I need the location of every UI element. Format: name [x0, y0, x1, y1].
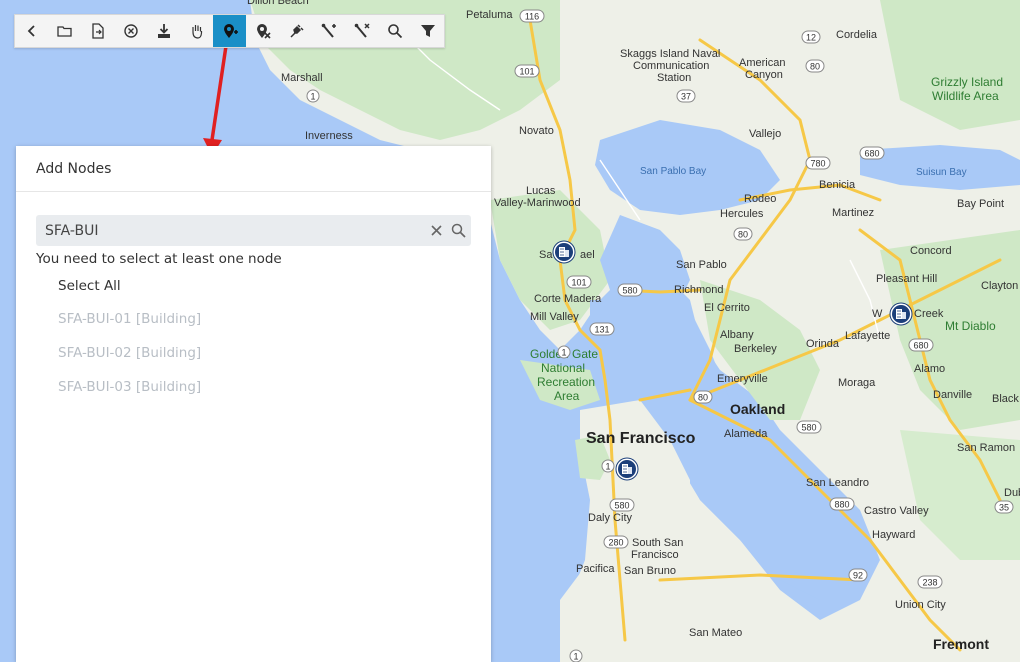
node-search-box[interactable]: SFA-BUI — [36, 215, 471, 246]
filter-button[interactable] — [411, 15, 444, 47]
plug-icon — [289, 24, 304, 38]
panel-title: Add Nodes — [36, 160, 112, 177]
remove-node-icon — [256, 24, 271, 39]
hand-pan-icon — [191, 25, 202, 39]
validation-message: You need to select at least one node — [36, 251, 282, 267]
panel-header: Add Nodes — [16, 146, 491, 192]
download-icon — [157, 24, 170, 38]
search-button[interactable] — [378, 15, 411, 47]
add-link-icon — [321, 23, 336, 38]
close-circle-icon — [123, 24, 138, 38]
plug-button[interactable] — [279, 15, 312, 47]
search-icon[interactable] — [445, 221, 471, 241]
open-folder-icon — [56, 26, 72, 37]
add-node-button[interactable] — [213, 15, 246, 47]
node-list-item[interactable]: SFA-BUI-03 [Building] — [58, 379, 201, 395]
add-link-button[interactable] — [312, 15, 345, 47]
download-button[interactable] — [147, 15, 180, 47]
search-icon — [387, 24, 402, 39]
select-all-option[interactable]: Select All — [58, 278, 121, 294]
back-icon — [27, 25, 35, 37]
export-file-button[interactable] — [81, 15, 114, 47]
close-circle-button[interactable] — [114, 15, 147, 47]
clear-icon[interactable] — [427, 222, 445, 240]
node-search-input[interactable]: SFA-BUI — [36, 223, 427, 239]
remove-node-button[interactable] — [246, 15, 279, 47]
remove-link-icon — [354, 23, 370, 38]
add-node-icon — [223, 24, 238, 38]
add-nodes-panel: Add Nodes SFA-BUI You need to select at … — [16, 146, 491, 662]
filter-icon — [420, 25, 435, 37]
node-list-item[interactable]: SFA-BUI-02 [Building] — [58, 345, 201, 361]
remove-link-button[interactable] — [345, 15, 378, 47]
export-file-icon — [91, 23, 104, 39]
open-folder-button[interactable] — [48, 15, 81, 47]
hand-pan-button[interactable] — [180, 15, 213, 47]
node-list-item[interactable]: SFA-BUI-01 [Building] — [58, 311, 201, 327]
map-toolbar — [14, 14, 445, 48]
back-button[interactable] — [15, 15, 48, 47]
